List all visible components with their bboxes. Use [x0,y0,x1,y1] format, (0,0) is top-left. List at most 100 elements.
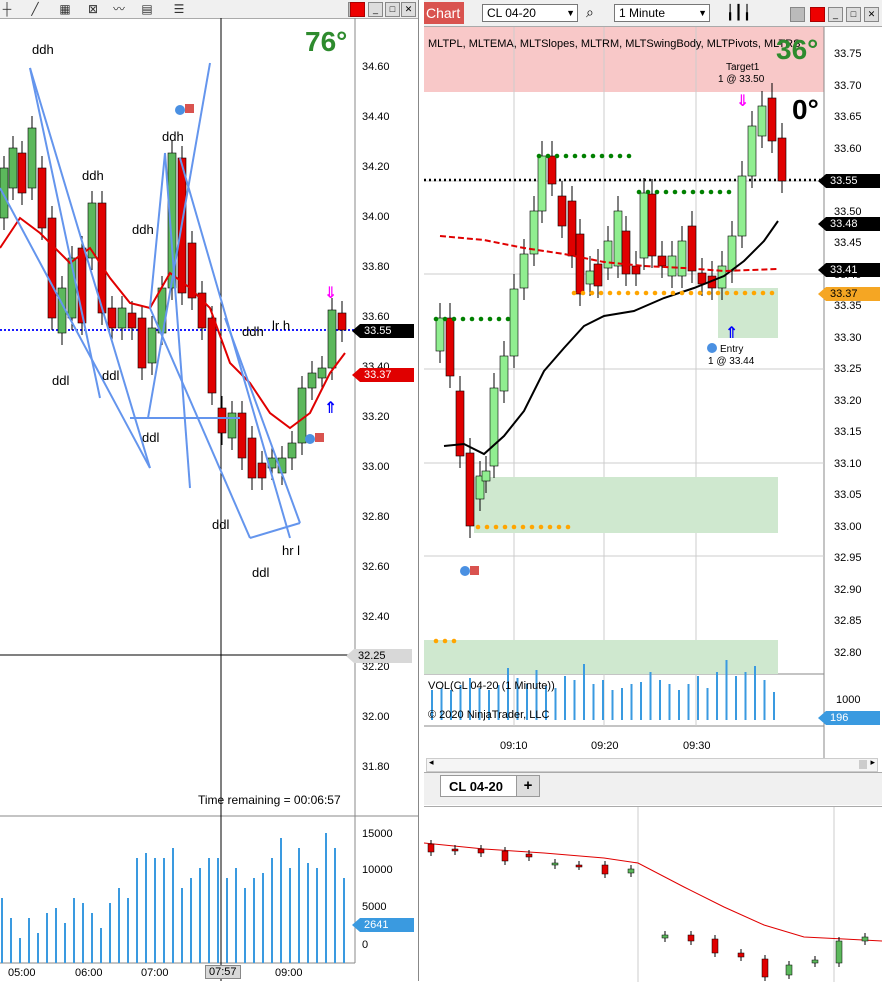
candle [575,233,585,295]
pivot-dot [599,153,605,159]
candle [257,462,267,479]
candle [657,255,667,267]
x-tick: 07:00 [141,967,169,979]
pivot-dot [487,316,493,322]
pivot-dot [663,189,669,195]
candle [747,125,757,177]
pivot-dot [529,524,535,530]
pivot-dot [556,524,562,530]
chevron-down-icon: ▼ [698,8,707,18]
pivot-dot [545,153,551,159]
link-color-button[interactable] [810,7,825,22]
candle [147,327,157,364]
candle [757,105,767,137]
tab-cl-0420[interactable]: CL 04-20 [440,775,520,797]
maximize-button[interactable]: □ [846,7,861,22]
close-button[interactable]: ✕ [864,7,879,22]
left-chart-panel[interactable]: ┼ ╱ ▦ ⊠ 〰 ▤ ☰ _ □ ✕ ⇓ ⇑ 76° 34.60 34.40 34.… [0,0,419,981]
candle [247,437,257,479]
bottom-chart-panel[interactable] [423,806,882,982]
minimize-button[interactable]: _ [368,2,383,17]
add-tab-button[interactable]: + [516,775,540,797]
pivot-dot [505,316,511,322]
candle [477,848,485,854]
candle [451,848,459,852]
candle [727,235,737,272]
y-tick: 31.80 [362,761,390,773]
pattern-icon[interactable]: 〰 [112,2,126,16]
candle [811,959,819,964]
candle [777,137,787,182]
signal-marker [315,433,324,442]
left-price-chart[interactable]: ⇓⇑ [0,18,418,981]
candle [337,312,347,331]
candle [237,412,247,459]
link-color-button[interactable] [350,2,365,17]
pivot-dot [496,316,502,322]
pivot-dot [616,290,622,296]
maximize-button[interactable]: □ [385,2,400,17]
ruler-icon[interactable]: ⊠ [86,2,100,16]
current-price-tag: 33.55 [352,324,414,338]
candle [621,230,631,275]
pivot-dot [565,524,571,530]
y-tick: 34.20 [362,161,390,173]
price-tag: 33.41 [818,263,880,277]
pivot-dot [608,153,614,159]
draw-line-icon[interactable]: ╱ [28,2,42,16]
pivot-dot [442,316,448,322]
volume-tick: 0 [362,939,369,951]
scroll-right-icon[interactable]: ▸ [870,757,875,768]
y-tick: 33.00 [362,461,390,473]
pivot-dot [572,153,578,159]
swing-label: ddh [82,168,104,183]
interval-value: 1 Minute [619,6,666,20]
pivot-dot [636,189,642,195]
candle [697,272,707,285]
horizontal-scrollbar[interactable]: ◂ ▸ [426,757,878,772]
pivot-dot [679,290,685,296]
y-tick: 32.00 [362,711,390,723]
pivot-dot [598,290,604,296]
y-tick: 33.30 [834,331,862,344]
candle [529,210,539,255]
bar-type-icon[interactable]: ╽┃╽ [726,4,751,21]
up-arrow-icon: ⇑ [324,400,337,417]
pivot-dot [478,316,484,322]
pivot-dot [672,189,678,195]
y-tick: 32.80 [362,511,390,523]
y-tick: 32.95 [834,552,862,564]
close-button[interactable]: ✕ [401,2,416,17]
candle [0,167,9,219]
candle [17,152,27,194]
scroll-thumb[interactable] [859,760,867,769]
properties-icon[interactable]: ☰ [172,2,186,16]
crosshair-icon[interactable]: ┼ [0,2,14,16]
pivot-dot [760,290,766,296]
volume-tick: 1000 [836,694,861,706]
gray-square-button[interactable] [790,7,805,22]
scroll-left-icon[interactable]: ◂ [429,757,434,768]
strategy-icon[interactable]: ▤ [140,2,154,16]
up-arrow-icon: ⇑ [725,325,738,342]
candle [47,217,57,319]
candle [557,195,567,227]
candle [551,862,559,866]
right-chart-panel[interactable]: ⇓ ⇑ MLTPL, MLTEMA, MLTSlopes, MLTRM, MLTS… [424,0,882,806]
right-price-chart[interactable]: ⇓⇑ [424,26,882,772]
search-icon[interactable]: ⌕ [586,4,594,21]
instrument-selector[interactable]: CL 04-20 ▼ [482,4,578,22]
volume-tick: 15000 [362,828,393,840]
x-tick: 09:10 [500,740,528,752]
candle [661,934,669,939]
candle [137,317,147,369]
chart-tab[interactable]: Chart [424,2,464,24]
interval-selector[interactable]: 1 Minute ▼ [614,4,710,22]
candle [547,155,557,185]
swing-label: ddh [32,42,54,57]
bar-chart-icon[interactable]: ▦ [58,2,72,16]
volume-tick: 5000 [362,901,387,913]
y-tick: 33.80 [362,261,390,273]
minimize-button[interactable]: _ [828,7,843,22]
candle [117,307,127,329]
